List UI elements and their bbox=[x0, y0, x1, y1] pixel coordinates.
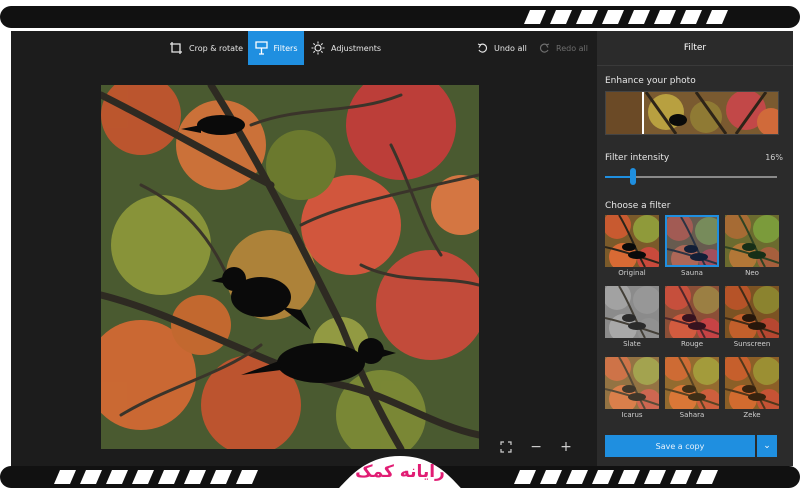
intensity-label: Filter intensity bbox=[605, 153, 670, 163]
filter-preview-image bbox=[725, 215, 779, 267]
intensity-slider[interactable] bbox=[605, 168, 777, 185]
filter-thumbnail[interactable] bbox=[605, 357, 659, 409]
save-options-button[interactable]: ⌄ bbox=[757, 435, 777, 457]
filters-icon bbox=[254, 41, 268, 55]
intensity-value: 16% bbox=[765, 153, 783, 162]
enhance-photo-preview[interactable] bbox=[605, 91, 779, 135]
filter-thumbnail[interactable] bbox=[665, 286, 719, 338]
crop-icon bbox=[170, 42, 182, 54]
filter-preview-image bbox=[665, 286, 719, 338]
filter-thumbnail[interactable] bbox=[725, 286, 779, 338]
filter-option[interactable]: Icarus bbox=[605, 357, 659, 420]
filters-label: Filters bbox=[273, 43, 298, 53]
enhance-preview-image bbox=[606, 92, 778, 134]
intensity-slider-thumb[interactable] bbox=[629, 168, 636, 185]
zoom-controls: − + bbox=[491, 435, 581, 459]
save-copy-button[interactable]: Save a copy bbox=[605, 435, 755, 457]
edit-toolbar: Crop & rotate Filters Adjustments Undo a… bbox=[11, 31, 597, 65]
crop-rotate-button[interactable]: Crop & rotate bbox=[169, 31, 243, 65]
filter-option[interactable]: Neo bbox=[725, 215, 779, 278]
redo-icon bbox=[539, 42, 550, 53]
choose-filter-label: Choose a filter bbox=[605, 201, 671, 211]
intensity-slider-fill bbox=[605, 176, 633, 178]
filter-name-label: Sunscreen bbox=[733, 340, 771, 348]
filter-thumbnail[interactable] bbox=[605, 215, 659, 267]
filter-name-label: Slate bbox=[623, 340, 641, 348]
filter-name-label: Original bbox=[618, 269, 646, 277]
tab-adjustments[interactable]: Adjustments bbox=[311, 31, 381, 65]
enhance-label: Enhance your photo bbox=[605, 76, 696, 86]
filter-option[interactable]: Zeke bbox=[725, 357, 779, 420]
filter-thumbnail[interactable] bbox=[605, 286, 659, 338]
photos-editor-window: Crop & rotate Filters Adjustments Undo a… bbox=[11, 31, 793, 466]
filter-option[interactable]: Sauna bbox=[665, 215, 719, 278]
filter-option[interactable]: Slate bbox=[605, 286, 659, 349]
filter-preview-image bbox=[665, 357, 719, 409]
filter-preview-image bbox=[605, 286, 659, 338]
panel-title: Filter bbox=[683, 43, 707, 53]
filter-preview-image bbox=[725, 357, 779, 409]
filter-thumbnail[interactable] bbox=[665, 215, 719, 267]
autumn-crows-photo bbox=[101, 85, 479, 449]
filter-preview-image bbox=[605, 215, 659, 267]
filter-option[interactable]: Original bbox=[605, 215, 659, 278]
filter-option[interactable]: Sunscreen bbox=[725, 286, 779, 349]
top-stripe-border bbox=[0, 6, 800, 28]
tab-filters[interactable]: Filters bbox=[248, 31, 304, 65]
filter-option[interactable]: Rouge bbox=[665, 286, 719, 349]
zoom-in-button[interactable]: + bbox=[560, 440, 572, 454]
filter-preview-image bbox=[605, 357, 659, 409]
filter-panel: Filter Enhance your photo Filter intensi… bbox=[597, 31, 793, 466]
brand-logo: رایانه کمک bbox=[320, 436, 480, 500]
panel-divider bbox=[597, 65, 793, 66]
chevron-down-icon: ⌄ bbox=[763, 441, 771, 451]
fit-to-screen-icon[interactable] bbox=[500, 441, 512, 453]
logo-text: رایانه کمک bbox=[355, 462, 445, 482]
redo-all-button[interactable]: Redo all bbox=[539, 31, 588, 65]
filter-thumbnail[interactable] bbox=[665, 357, 719, 409]
photo-canvas bbox=[101, 85, 479, 449]
crop-rotate-label: Crop & rotate bbox=[189, 43, 244, 53]
filter-name-label: Rouge bbox=[680, 340, 704, 348]
filter-name-label: Neo bbox=[745, 269, 759, 277]
filter-name-label: Sauna bbox=[681, 269, 703, 277]
redo-all-label: Redo all bbox=[556, 43, 588, 53]
adjustments-label: Adjustments bbox=[331, 43, 382, 53]
undo-all-label: Undo all bbox=[494, 43, 527, 53]
zoom-out-button[interactable]: − bbox=[530, 440, 542, 454]
filter-option[interactable]: Sahara bbox=[665, 357, 719, 420]
filter-preview-image bbox=[725, 286, 779, 338]
filter-name-label: Icarus bbox=[621, 411, 643, 419]
filter-grid: Original Sauna Neo Slate Rouge Sunscreen Icaru… bbox=[605, 215, 781, 420]
undo-icon bbox=[477, 42, 488, 53]
undo-all-button[interactable]: Undo all bbox=[477, 31, 527, 65]
brightness-icon bbox=[311, 41, 325, 55]
filter-thumbnail[interactable] bbox=[725, 357, 779, 409]
filter-name-label: Sahara bbox=[679, 411, 705, 419]
filter-thumbnail[interactable] bbox=[725, 215, 779, 267]
filter-preview-image bbox=[667, 217, 717, 265]
filter-name-label: Zeke bbox=[743, 411, 761, 419]
